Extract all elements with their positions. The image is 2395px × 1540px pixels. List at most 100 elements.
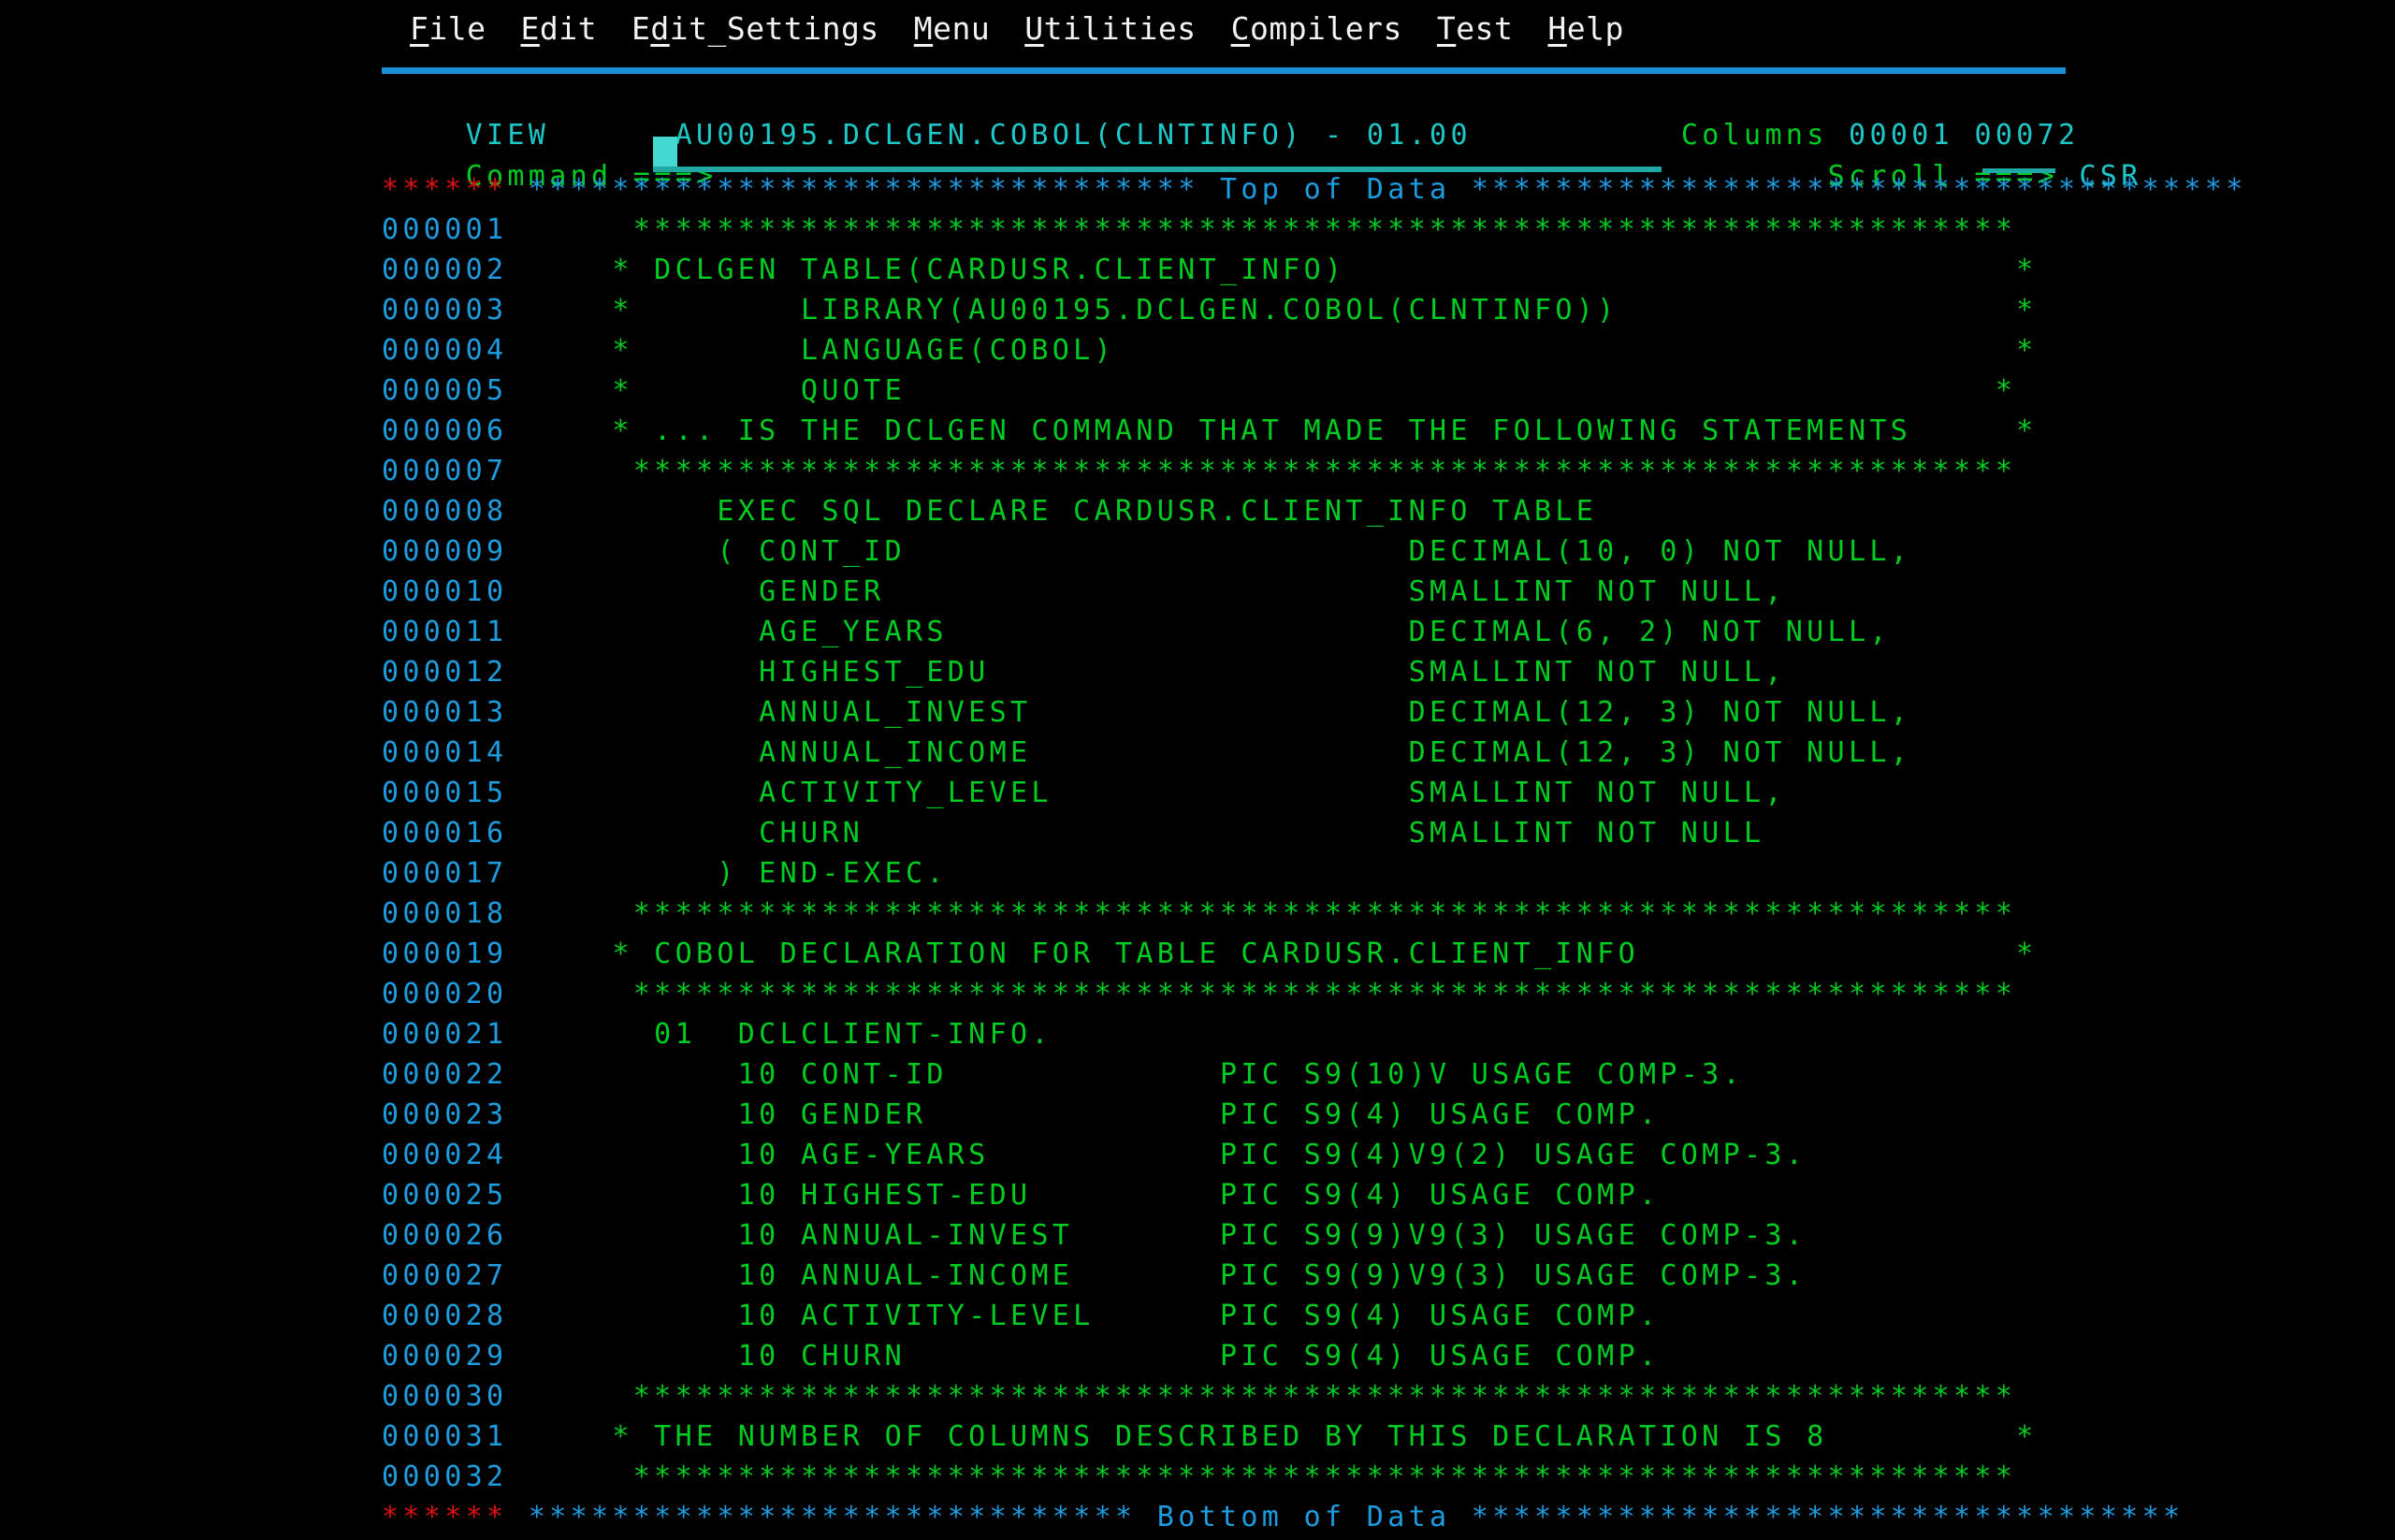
source-line-text: ****************************************… — [507, 897, 2017, 930]
line-number[interactable]: 000021 — [382, 1021, 507, 1049]
bottom-of-data-marker: ****** ***************************** Bot… — [382, 1504, 2184, 1532]
line-number[interactable]: 000013 — [382, 699, 507, 727]
source-line-text: ****************************************… — [507, 213, 2017, 246]
line-number[interactable]: 000026 — [382, 1222, 507, 1250]
source-line[interactable]: 000024 10 AGE-YEARS PIC S9(4)V9(2) USAGE… — [382, 1141, 1807, 1170]
source-line[interactable]: 000008 EXEC SQL DECLARE CARDUSR.CLIENT_I… — [382, 498, 1597, 526]
source-line[interactable]: 000031 * THE NUMBER OF COLUMNS DESCRIBED… — [382, 1423, 2038, 1451]
top-marker-fill-left: ******************************** — [507, 173, 1220, 206]
line-number[interactable]: 000028 — [382, 1302, 507, 1330]
line-number[interactable]: 000002 — [382, 256, 507, 284]
source-line[interactable]: 000012 HIGHEST_EDU SMALLINT NOT NULL, — [382, 659, 1786, 687]
menu-mnemonic: F — [410, 9, 429, 47]
source-line[interactable]: 000022 10 CONT-ID PIC S9(10)V USAGE COMP… — [382, 1061, 1744, 1089]
source-line[interactable]: 000010 GENDER SMALLINT NOT NULL, — [382, 578, 1786, 606]
line-number[interactable]: 000016 — [382, 820, 507, 848]
line-number[interactable]: 000003 — [382, 297, 507, 325]
source-line[interactable]: 000002 * DCLGEN TABLE(CARDUSR.CLIENT_INF… — [382, 256, 2038, 284]
source-line-text: * LIBRARY(AU00195.DCLGEN.COBOL(CLNTINFO)… — [507, 294, 2038, 327]
top-of-data-marker: ****** ******************************** … — [382, 176, 2247, 204]
source-line-text: ****************************************… — [507, 978, 2017, 1010]
menu-item-utilities[interactable]: Utilities — [1024, 13, 1196, 44]
menu-item-help[interactable]: Help — [1547, 13, 1623, 44]
source-line[interactable]: 000025 10 HIGHEST-EDU PIC S9(4) USAGE CO… — [382, 1182, 1660, 1210]
line-number[interactable]: 000007 — [382, 458, 507, 486]
bottom-marker-fill-left: ***************************** — [507, 1501, 1157, 1533]
line-number[interactable]: 000032 — [382, 1463, 507, 1491]
source-line[interactable]: 000001 *********************************… — [382, 216, 2016, 244]
source-line[interactable]: 000030 *********************************… — [382, 1383, 2016, 1411]
line-number[interactable]: 000011 — [382, 618, 507, 647]
line-number[interactable]: 000020 — [382, 981, 507, 1009]
source-line[interactable]: 000016 CHURN SMALLINT NOT NULL — [382, 820, 1764, 848]
source-line[interactable]: 000028 10 ACTIVITY-LEVEL PIC S9(4) USAGE… — [382, 1302, 1660, 1330]
source-line-text: EXEC SQL DECLARE CARDUSR.CLIENT_INFO TAB… — [507, 495, 1598, 528]
source-line[interactable]: 000027 10 ANNUAL-INCOME PIC S9(9)V9(3) U… — [382, 1262, 1807, 1290]
source-line[interactable]: 000020 *********************************… — [382, 981, 2016, 1009]
source-line-text: 10 ANNUAL-INCOME PIC S9(9)V9(3) USAGE CO… — [507, 1259, 1807, 1292]
bottom-marker-prefix: ****** — [382, 1501, 508, 1533]
source-line-text: * THE NUMBER OF COLUMNS DESCRIBED BY THI… — [507, 1420, 2038, 1453]
bottom-marker-fill-right: ********************************** — [1450, 1501, 2185, 1533]
menu-item-test[interactable]: Test — [1437, 13, 1513, 44]
line-number[interactable]: 000017 — [382, 860, 507, 888]
line-number[interactable]: 000010 — [382, 578, 507, 606]
command-input[interactable] — [653, 135, 1662, 172]
line-number[interactable]: 000004 — [382, 337, 507, 365]
line-number[interactable]: 000025 — [382, 1182, 507, 1210]
source-line[interactable]: 000018 *********************************… — [382, 900, 2016, 928]
source-line[interactable]: 000003 * LIBRARY(AU00195.DCLGEN.COBOL(CL… — [382, 297, 2038, 325]
source-line[interactable]: 000019 * COBOL DECLARATION FOR TABLE CAR… — [382, 940, 2038, 968]
source-line[interactable]: 000032 *********************************… — [382, 1463, 2016, 1491]
source-line[interactable]: 000017 ) END-EXEC. — [382, 860, 948, 888]
line-number[interactable]: 000024 — [382, 1141, 507, 1170]
line-number[interactable]: 000023 — [382, 1101, 507, 1129]
source-line[interactable]: 000011 AGE_YEARS DECIMAL(6, 2) NOT NULL, — [382, 618, 1891, 647]
line-number[interactable]: 000027 — [382, 1262, 507, 1290]
source-line[interactable]: 000014 ANNUAL_INCOME DECIMAL(12, 3) NOT … — [382, 739, 1911, 767]
source-line[interactable]: 000007 *********************************… — [382, 458, 2016, 486]
source-line-text: 10 HIGHEST-EDU PIC S9(4) USAGE COMP. — [507, 1179, 1661, 1212]
command-input-underline — [653, 167, 1662, 172]
source-line-text: 10 GENDER PIC S9(4) USAGE COMP. — [507, 1098, 1661, 1131]
source-line[interactable]: 000013 ANNUAL_INVEST DECIMAL(12, 3) NOT … — [382, 699, 1911, 727]
menu-item-file[interactable]: File — [410, 13, 486, 44]
line-number[interactable]: 000014 — [382, 739, 507, 767]
menu-item-menu[interactable]: Menu — [914, 13, 990, 44]
menu-item-edit-settings[interactable]: Edit_Settings — [631, 13, 879, 44]
source-line-text: ANNUAL_INCOME DECIMAL(12, 3) NOT NULL, — [507, 736, 1912, 769]
source-line-text: ****************************************… — [507, 1380, 2017, 1413]
source-line[interactable]: 000015 ACTIVITY_LEVEL SMALLINT NOT NULL, — [382, 779, 1786, 807]
line-number[interactable]: 000030 — [382, 1383, 507, 1411]
source-line[interactable]: 000009 ( CONT_ID DECIMAL(10, 0) NOT NULL… — [382, 538, 1911, 566]
line-number[interactable]: 000012 — [382, 659, 507, 687]
source-line[interactable]: 000026 10 ANNUAL-INVEST PIC S9(9)V9(3) U… — [382, 1222, 1807, 1250]
line-number[interactable]: 000008 — [382, 498, 507, 526]
source-line[interactable]: 000005 * QUOTE * — [382, 377, 2016, 405]
source-line[interactable]: 000023 10 GENDER PIC S9(4) USAGE COMP. — [382, 1101, 1660, 1129]
text-cursor — [653, 137, 677, 170]
menu-item-edit[interactable]: Edit — [520, 13, 596, 44]
line-number[interactable]: 000001 — [382, 216, 507, 244]
source-line-text: 10 CONT-ID PIC S9(10)V USAGE COMP-3. — [507, 1058, 1744, 1091]
menu-mnemonic: U — [1024, 9, 1044, 47]
line-number[interactable]: 000018 — [382, 900, 507, 928]
line-number[interactable]: 000006 — [382, 417, 507, 445]
source-line[interactable]: 000006 * ... IS THE DCLGEN COMMAND THAT … — [382, 417, 2038, 445]
menu-separator-rule — [382, 67, 2066, 74]
menu-mnemonic: H — [1547, 9, 1567, 47]
source-line[interactable]: 000021 01 DCLCLIENT-INFO. — [382, 1021, 1052, 1049]
source-line[interactable]: 000029 10 CHURN PIC S9(4) USAGE COMP. — [382, 1343, 1660, 1371]
source-line-text: CHURN SMALLINT NOT NULL — [507, 817, 1765, 850]
top-marker-fill-right: ************************************* — [1450, 173, 2247, 206]
line-number[interactable]: 000022 — [382, 1061, 507, 1089]
line-number[interactable]: 000015 — [382, 779, 507, 807]
line-number[interactable]: 000029 — [382, 1343, 507, 1371]
line-number[interactable]: 000019 — [382, 940, 507, 968]
line-number[interactable]: 000005 — [382, 377, 507, 405]
line-number[interactable]: 000031 — [382, 1423, 507, 1451]
source-line-text: ****************************************… — [507, 455, 2017, 487]
source-line[interactable]: 000004 * LANGUAGE(COBOL) * — [382, 337, 2038, 365]
line-number[interactable]: 000009 — [382, 538, 507, 566]
menu-item-compilers[interactable]: Compilers — [1231, 13, 1402, 44]
